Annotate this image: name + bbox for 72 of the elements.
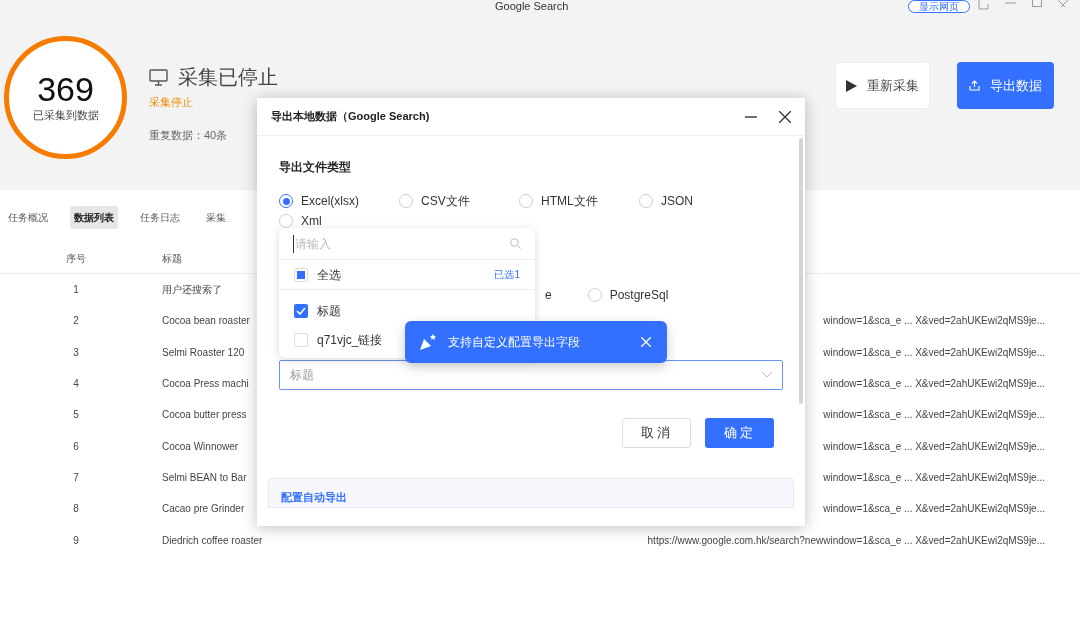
- option-label: Excel(xlsx): [301, 193, 359, 210]
- title-cell-text: Cocoa Winnower: [161, 439, 239, 454]
- checkbox[interactable]: [294, 332, 308, 347]
- dialog-title: 导出本地数据（Google Search): [271, 109, 430, 125]
- index-cell-text: 1: [72, 283, 80, 298]
- url-cell-text: window=1&sca_e ... X&ved=2ahUKEwi2qMS9je...: [823, 439, 1045, 454]
- close-icon[interactable]: [779, 110, 791, 123]
- tab[interactable]: 采集: [202, 205, 230, 229]
- cancel-button[interactable]: 取消: [622, 418, 691, 448]
- title-cell-text: Cocoa butter press: [161, 408, 247, 423]
- checkbox[interactable]: [294, 303, 308, 318]
- restart-button[interactable]: 重新采集: [835, 62, 930, 109]
- title-cell-text: Selmi Roaster 120: [161, 345, 245, 360]
- search-field[interactable]: 请输入: [293, 234, 510, 253]
- duplicates-count: 重复数据：40条: [149, 127, 228, 143]
- tooltip-text: 支持自定义配置导出字段: [448, 334, 580, 351]
- index-cell-text: 2: [72, 314, 80, 329]
- url-cell-text: window=1&sca_e ... X&ved=2ahUKEwi2qMS9je...: [823, 408, 1045, 423]
- url-cell-text: window=1&sca_e ... X&ved=2ahUKEwi2qMS9je...: [823, 314, 1045, 329]
- option-label: HTML文件: [541, 193, 598, 210]
- option-label: CSV文件: [421, 193, 470, 210]
- selected-count: 已选1: [494, 268, 520, 282]
- export-button[interactable]: 导出数据: [957, 62, 1054, 109]
- url-cell-text: https://www.google.com.hk/search?newwindow=1&sca_e ... X&ved=2ahUKEwi2qMS9je...: [647, 533, 1045, 548]
- index-cell-text: 9: [72, 533, 80, 548]
- title-cell-text: Cocoa Press machi: [161, 377, 249, 392]
- status-note: 采集停止: [149, 95, 193, 110]
- index-cell-text: 4: [72, 377, 80, 392]
- maximize-icon[interactable]: [1032, 0, 1042, 7]
- option-label: e: [545, 287, 552, 304]
- column-header: 序号: [65, 252, 87, 266]
- field-label: 标题: [317, 302, 341, 320]
- chevron-icon: [762, 372, 772, 378]
- search-icon: [510, 238, 521, 249]
- window-title: Google Search: [495, 0, 569, 12]
- url-cell-text: window=1&sca_e ... X&ved=2ahUKEwi2qMS9je...: [823, 502, 1045, 517]
- option-label: Xml: [301, 213, 322, 230]
- checkbox[interactable]: [294, 267, 308, 282]
- title-cell-text: Selmi BEAN to Bar: [161, 470, 247, 485]
- select-all-label: 全选: [317, 266, 341, 284]
- title-cell-text: Cacao pre Grinder: [161, 502, 245, 517]
- column-header: 标题: [161, 252, 182, 266]
- upload-icon: [969, 80, 980, 91]
- option-label: PostgreSql: [609, 287, 669, 304]
- url-cell-text: window=1&sca_e ... X&ved=2ahUKEwi2qMS9je...: [823, 377, 1045, 392]
- minimize-icon[interactable]: [745, 115, 757, 118]
- confirm-button[interactable]: 确定: [705, 418, 774, 448]
- section-heading: 导出文件类型: [279, 159, 352, 176]
- index-cell-text: 8: [72, 502, 80, 517]
- index-cell-text: 3: [72, 345, 80, 360]
- index-cell-text: 5: [72, 408, 80, 423]
- auto-export-link[interactable]: 配置自动导出: [281, 488, 347, 505]
- status-title: 采集已停止: [178, 65, 278, 90]
- radio-button[interactable]: [279, 194, 293, 208]
- show-page-button[interactable]: 显示网页: [908, 0, 970, 13]
- index-cell-text: 6: [72, 439, 80, 454]
- field-label: q71vjc_链接: [317, 331, 383, 349]
- play-icon: [846, 79, 857, 92]
- title-cell-text: Diedrich coffee roaster: [161, 533, 263, 548]
- monitor-icon: [149, 68, 168, 86]
- tab[interactable]: 数据列表: [70, 205, 118, 229]
- party-popper-icon: [419, 333, 439, 351]
- title-cell-text: 用户还搜索了: [161, 283, 222, 298]
- title-cell-text: Cocoa bean roaster: [161, 314, 250, 329]
- count-label: 已采集到数据: [32, 108, 99, 124]
- tab[interactable]: 任务日志: [136, 205, 184, 229]
- option-label: JSON: [661, 193, 693, 210]
- index-cell-text: 7: [72, 470, 80, 485]
- tab[interactable]: 任务概况: [4, 205, 52, 229]
- url-cell-text: window=1&sca_e ... X&ved=2ahUKEwi2qMS9je...: [823, 470, 1045, 485]
- url-cell-text: window=1&sca_e ... X&ved=2ahUKEwi2qMS9je...: [823, 345, 1045, 360]
- collected-count: 369: [37, 71, 94, 108]
